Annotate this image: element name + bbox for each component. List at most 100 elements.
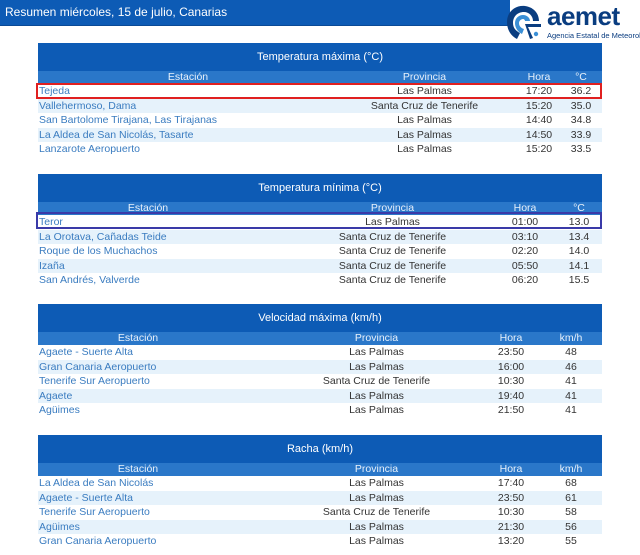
section-wind: Velocidad máxima (km/h) Estación Provinc… — [38, 304, 602, 418]
value: 14.0 — [568, 245, 590, 257]
station-link[interactable]: Agaete - Suerte Alta — [39, 345, 133, 360]
table-row: Gran Canaria Aeropuerto Las Palmas 16:00 46 — [38, 359, 602, 375]
col-header-value: °C — [575, 71, 587, 83]
province: Las Palmas — [349, 389, 404, 402]
col-header-time: Hora — [499, 332, 523, 344]
table-header: Estación Provincia Hora °C — [38, 202, 602, 215]
province: Santa Cruz de Tenerife — [338, 245, 447, 257]
station-link[interactable]: Lanzarote Aeropuerto — [39, 142, 140, 157]
table-row: Gran Canaria Aeropuerto Las Palmas 13:20 55 — [38, 534, 602, 549]
table-row: Agaete - Suerte Alta Las Palmas 23:50 61 — [38, 490, 602, 506]
value: 61 — [565, 491, 577, 504]
section-tmin: Temperatura mínima (°C) Estación Provinc… — [38, 174, 602, 288]
province: Las Palmas — [349, 346, 404, 358]
station-link[interactable]: La Aldea de San Nicolás, Tasarte — [39, 128, 194, 143]
station-link[interactable]: Vallehermoso, Dama — [39, 99, 136, 114]
station-link[interactable]: San Bartolome Tirajana, Las Tirajanas — [39, 113, 217, 128]
province: Las Palmas — [397, 114, 452, 126]
col-header-time: Hora — [527, 71, 551, 83]
value: 14.1 — [568, 259, 590, 272]
station-link[interactable]: Tenerife Sur Aeropuerto — [39, 374, 150, 389]
time: 10:30 — [497, 506, 525, 518]
time: 06:20 — [511, 274, 539, 286]
province: Santa Cruz de Tenerife — [322, 375, 431, 387]
station-link[interactable]: San Andrés, Valverde — [39, 273, 140, 288]
time: 03:10 — [511, 230, 539, 243]
station-link[interactable]: Izaña — [39, 259, 65, 274]
section-gust: Racha (km/h) Estación Provincia Hora km/… — [38, 435, 602, 549]
time: 21:30 — [497, 520, 525, 533]
table-row: San Bartolome Tirajana, Las Tirajanas Las… — [38, 113, 602, 128]
station-link[interactable]: Agaete - Suerte Alta — [39, 491, 133, 506]
time: 10:30 — [497, 375, 525, 387]
table-row: San Andrés, Valverde Santa Cruz de Teneri… — [38, 273, 602, 288]
time: 05:50 — [511, 259, 539, 272]
table-row: Izaña Santa Cruz de Tenerife 05:50 14.1 — [38, 258, 602, 274]
section-title: Velocidad máxima (km/h) — [38, 304, 602, 332]
section-title: Temperatura máxima (°C) — [38, 43, 602, 71]
time: 16:00 — [497, 360, 525, 373]
value: 55 — [565, 535, 577, 547]
station-link[interactable]: La Orotava, Cañadas Teide — [39, 230, 167, 245]
table-header: Estación Provincia Hora km/h — [38, 332, 602, 345]
col-header-province: Provincia — [370, 202, 415, 214]
table-row: Agüimes Las Palmas 21:50 41 — [38, 403, 602, 418]
col-header-province: Provincia — [402, 71, 447, 83]
province: Santa Cruz de Tenerife — [322, 506, 431, 518]
time: 19:40 — [497, 389, 525, 402]
province: Santa Cruz de Tenerife — [338, 274, 447, 286]
station-link[interactable]: Roque de los Muchachos — [39, 244, 158, 259]
time: 14:50 — [525, 128, 553, 141]
col-header-value: km/h — [559, 463, 583, 475]
time: 17:20 — [525, 85, 553, 97]
value: 13.4 — [568, 230, 590, 243]
table-row: Tenerife Sur Aeropuerto Santa Cruz de Ten… — [38, 374, 602, 389]
province: Las Palmas — [349, 477, 404, 489]
aemet-logo-icon — [507, 5, 541, 39]
value: 56 — [565, 520, 577, 533]
time: 23:50 — [497, 491, 525, 504]
col-header-station: Estación — [117, 332, 159, 344]
time: 21:50 — [497, 404, 525, 416]
logo-wordmark: aemet — [547, 1, 620, 31]
station-link[interactable]: Agüimes — [39, 403, 80, 418]
table-row: La Aldea de San Nicolás, Tasarte Las Palm… — [38, 127, 602, 143]
page-title: Resumen miércoles, 15 de julio, Canarias — [5, 5, 228, 19]
value: 68 — [565, 477, 577, 489]
table-row: Vallehermoso, Dama Santa Cruz de Tenerife… — [38, 98, 602, 114]
table-row: Tejeda Las Palmas 17:20 36.2 — [38, 84, 602, 99]
col-header-time: Hora — [513, 202, 537, 214]
aemet-logo[interactable]: aemet Agencia Estatal de Meteorología — [503, 2, 640, 42]
value: 13.0 — [568, 216, 590, 228]
station-link[interactable]: Agüimes — [39, 520, 80, 535]
station-link[interactable]: Teror — [39, 215, 63, 230]
province: Las Palmas — [349, 404, 404, 416]
value: 41 — [565, 375, 577, 387]
top-bar: Resumen miércoles, 15 de julio, Canarias… — [0, 0, 640, 44]
province: Las Palmas — [397, 143, 452, 155]
value: 34.8 — [570, 114, 592, 126]
section-title: Temperatura mínima (°C) — [38, 174, 602, 202]
table-row: Roque de los Muchachos Santa Cruz de Tene… — [38, 244, 602, 259]
value: 35.0 — [570, 99, 592, 112]
value: 46 — [565, 360, 577, 373]
station-link[interactable]: Gran Canaria Aeropuerto — [39, 534, 156, 549]
station-link[interactable]: Agaete — [39, 389, 72, 404]
col-header-province: Provincia — [354, 332, 399, 344]
province: Las Palmas — [349, 360, 404, 373]
province: Santa Cruz de Tenerife — [338, 230, 447, 243]
station-link[interactable]: Gran Canaria Aeropuerto — [39, 360, 156, 375]
province: Las Palmas — [397, 128, 452, 141]
station-link[interactable]: Tejeda — [39, 84, 70, 99]
col-header-value: km/h — [559, 332, 583, 344]
value: 36.2 — [570, 85, 592, 97]
station-link[interactable]: Tenerife Sur Aeropuerto — [39, 505, 150, 520]
value: 33.9 — [570, 128, 592, 141]
col-header-station: Estación — [167, 71, 209, 83]
station-link[interactable]: La Aldea de San Nicolás — [39, 476, 153, 491]
time: 01:00 — [511, 216, 539, 228]
province: Las Palmas — [349, 535, 404, 547]
col-header-value: °C — [573, 202, 585, 214]
table-row: Lanzarote Aeropuerto Las Palmas 15:20 33.5 — [38, 142, 602, 157]
province: Santa Cruz de Tenerife — [370, 99, 479, 112]
